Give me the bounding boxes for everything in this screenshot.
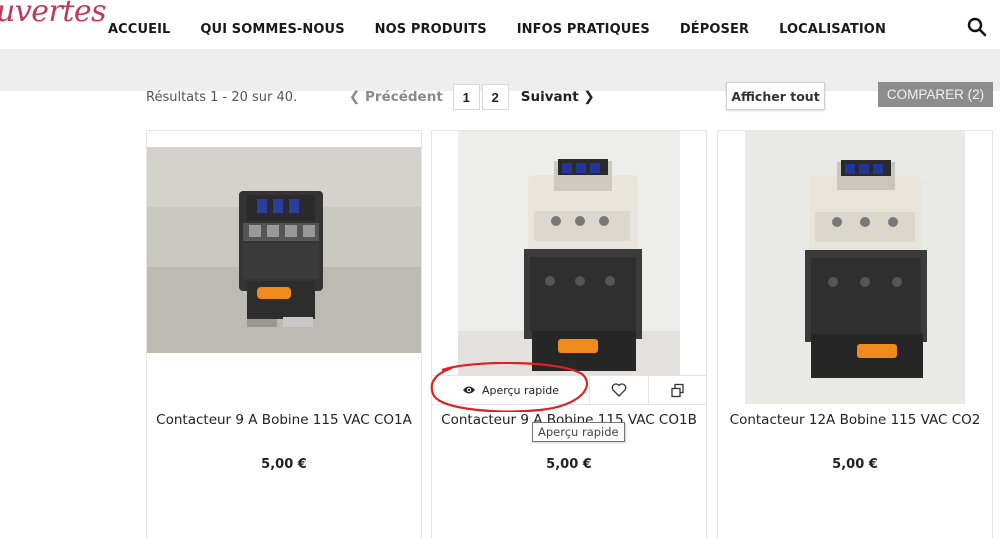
product-image[interactable]: [147, 131, 421, 375]
search-icon[interactable]: [966, 16, 988, 38]
compare-icon: [671, 383, 684, 397]
product-name[interactable]: Contacteur 12A Bobine 115 VAC CO2: [718, 412, 992, 428]
product-price: 5,00 €: [832, 457, 878, 472]
product-image[interactable]: [432, 131, 706, 375]
nav-item-accueil[interactable]: ACCUEIL: [108, 22, 170, 37]
nav-item-qui-sommes-nous[interactable]: QUI SOMMES-NOUS: [200, 22, 344, 37]
quick-view-tooltip: Aperçu rapide: [532, 422, 625, 442]
previous-page-link[interactable]: ❮ Précédent: [349, 89, 443, 105]
next-page-link[interactable]: Suivant ❯: [521, 89, 595, 105]
nav-item-nos-produits[interactable]: NOS PRODUITS: [375, 22, 487, 37]
compare-button[interactable]: COMPARER (2): [878, 82, 993, 107]
page-1-button[interactable]: 1: [452, 84, 480, 110]
pagination: ❮ Précédent 1 2 Suivant ❯: [349, 84, 595, 110]
wishlist-button[interactable]: [590, 376, 649, 404]
product-name[interactable]: Contacteur 9 A Bobine 115 VAC CO1A: [147, 412, 421, 428]
product-card[interactable]: Contacteur 9 A Bobine 115 VAC CO1A 5,00 …: [146, 130, 422, 538]
next-label: Suivant: [520, 89, 579, 105]
chevron-left-icon: ❮: [349, 89, 361, 105]
product-card[interactable]: Aperçu rapide Contacteur 9 A Bobine 115 …: [431, 130, 707, 538]
chevron-right-icon: ❯: [583, 89, 595, 105]
nav-item-deposer[interactable]: DÉPOSER: [680, 22, 749, 37]
heart-icon: [611, 383, 627, 397]
quick-view-label: Aperçu rapide: [481, 383, 560, 397]
product-price: 5,00 €: [261, 457, 307, 472]
quick-view-button[interactable]: Aperçu rapide: [432, 376, 590, 404]
compare-product-button[interactable]: [649, 376, 707, 404]
product-image[interactable]: [718, 130, 992, 404]
main-nav: ACCUEIL QUI SOMMES-NOUS NOS PRODUITS INF…: [108, 22, 916, 37]
product-card[interactable]: Contacteur 12A Bobine 115 VAC CO2 5,00 €: [717, 130, 993, 538]
nav-item-infos-pratiques[interactable]: INFOS PRATIQUES: [517, 22, 650, 37]
quick-actions-bar: Aperçu rapide: [432, 375, 706, 405]
show-all-button[interactable]: Afficher tout: [726, 82, 825, 110]
page-2-button[interactable]: 2: [481, 84, 509, 110]
eye-icon: [462, 386, 475, 394]
product-price: 5,00 €: [546, 457, 592, 472]
previous-label: Précédent: [365, 89, 443, 105]
site-logo[interactable]: uvertes: [0, 0, 107, 29]
nav-item-localisation[interactable]: LOCALISATION: [779, 22, 886, 37]
results-summary: Résultats 1 - 20 sur 40.: [146, 90, 298, 105]
